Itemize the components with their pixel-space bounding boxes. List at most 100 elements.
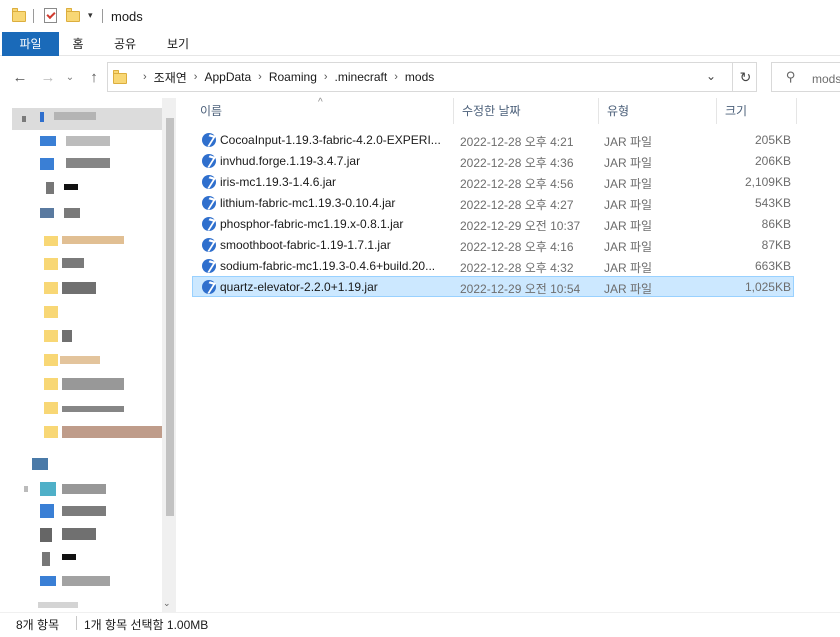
folder-icon bbox=[44, 306, 58, 318]
file-name: sodium-fabric-mc1.19.3-0.4.6+build.20... bbox=[220, 259, 436, 273]
nav-item-icon bbox=[40, 504, 54, 518]
breadcrumb-roaming[interactable]: Roaming bbox=[269, 70, 317, 84]
tab-file[interactable]: 파일 bbox=[2, 32, 59, 56]
chevron-down-icon[interactable]: ⌄ bbox=[60, 68, 80, 88]
folder-icon bbox=[44, 354, 58, 366]
file-date: 2022-12-28 오후 4:27 bbox=[460, 198, 574, 212]
window-title: mods bbox=[111, 9, 143, 24]
file-row[interactable]: smoothboot-fabric-1.19-1.7.1.jar 2022-12-… bbox=[192, 234, 794, 255]
column-size[interactable]: 크기 bbox=[717, 98, 797, 124]
up-arrow-icon[interactable]: ↑ bbox=[84, 68, 104, 88]
folder-icon bbox=[44, 426, 58, 438]
file-name: lithium-fabric-mc1.19.3-0.10.4.jar bbox=[220, 196, 396, 210]
file-row[interactable]: sodium-fabric-mc1.19.3-0.4.6+build.20...… bbox=[192, 255, 794, 276]
chevron-right-icon[interactable]: › bbox=[143, 71, 147, 83]
nav-item-label bbox=[62, 528, 96, 540]
nav-item-icon bbox=[40, 158, 54, 170]
file-row[interactable]: lithium-fabric-mc1.19.3-0.10.4.jar 2022-1… bbox=[192, 192, 794, 213]
selection-info: 1개 항목 선택함 1.00MB bbox=[84, 618, 209, 632]
file-size: 87KB bbox=[761, 238, 791, 252]
toolbar-separator bbox=[102, 9, 103, 23]
scroll-down-icon[interactable]: ⌄ bbox=[163, 598, 171, 609]
file-row[interactable]: iris-mc1.19.3-1.4.6.jar 2022-12-28 오후 4:5… bbox=[192, 171, 794, 192]
file-size: 1,025KB bbox=[744, 280, 791, 294]
nav-item-icon bbox=[40, 136, 56, 146]
chevron-right-icon[interactable]: › bbox=[324, 71, 328, 83]
file-row[interactable]: invhud.forge.1.19-3.4.7.jar 2022-12-28 오후… bbox=[192, 150, 794, 171]
chevron-right-icon[interactable]: › bbox=[394, 71, 398, 83]
nav-item-icon bbox=[42, 552, 50, 566]
breadcrumb-appdata[interactable]: AppData bbox=[204, 70, 251, 84]
nav-item-label bbox=[60, 356, 100, 364]
nav-item-label bbox=[64, 184, 78, 190]
nav-item-icon bbox=[40, 482, 56, 496]
nav-item-label bbox=[62, 506, 106, 516]
nav-expand-icon[interactable] bbox=[22, 116, 26, 122]
nav-item-label bbox=[66, 136, 110, 146]
tab-share[interactable]: 공유 bbox=[107, 32, 143, 56]
nav-item-icon bbox=[40, 208, 54, 218]
column-type[interactable]: 유형 bbox=[599, 98, 717, 124]
nav-item-icon bbox=[40, 112, 44, 122]
nav-item-icon bbox=[40, 528, 52, 542]
chevron-right-icon[interactable]: › bbox=[194, 71, 198, 83]
new-folder-icon[interactable] bbox=[66, 8, 80, 22]
breadcrumb: › 조재연 › AppData › Roaming › .minecraft ›… bbox=[136, 63, 434, 91]
tab-view[interactable]: 보기 bbox=[160, 32, 196, 56]
file-date: 2022-12-29 오전 10:54 bbox=[460, 282, 581, 296]
navigation-pane[interactable]: ⌄ bbox=[0, 98, 176, 612]
forward-arrow-icon[interactable]: → bbox=[38, 68, 58, 88]
nav-item-label bbox=[54, 112, 96, 120]
jar-file-icon bbox=[202, 259, 216, 273]
file-row[interactable]: phosphor-fabric-mc1.19.x-0.8.1.jar 2022-1… bbox=[192, 213, 794, 234]
back-arrow-icon[interactable]: ← bbox=[10, 68, 30, 88]
properties-icon[interactable] bbox=[44, 8, 57, 23]
file-name: invhud.forge.1.19-3.4.7.jar bbox=[220, 154, 361, 168]
column-date[interactable]: 수정한 날짜 bbox=[454, 98, 599, 124]
breadcrumb-mods[interactable]: mods bbox=[405, 70, 434, 84]
nav-scrollbar-thumb[interactable] bbox=[166, 118, 174, 516]
search-placeholder: mods 검색 bbox=[812, 72, 840, 86]
file-row[interactable]: quartz-elevator-2.2.0+1.19.jar 2022-12-29… bbox=[192, 276, 794, 297]
nav-item-icon bbox=[46, 182, 54, 194]
nav-item-label bbox=[62, 484, 106, 494]
jar-file-icon bbox=[202, 154, 216, 168]
folder-icon bbox=[44, 378, 58, 390]
file-size: 206KB bbox=[754, 154, 791, 168]
nav-expand-icon[interactable] bbox=[24, 486, 28, 492]
file-size: 205KB bbox=[754, 133, 791, 147]
nav-item-label bbox=[62, 406, 124, 412]
nav-item-label bbox=[62, 554, 76, 560]
title-bar: ▾ mods bbox=[0, 0, 840, 32]
file-name: iris-mc1.19.3-1.4.6.jar bbox=[220, 175, 337, 189]
file-type: JAR 파일 bbox=[604, 261, 653, 275]
folder-icon bbox=[44, 258, 58, 270]
file-name: smoothboot-fabric-1.19-1.7.1.jar bbox=[220, 238, 391, 252]
file-row[interactable]: CocoaInput-1.19.3-fabric-4.2.0-EXPERI...… bbox=[192, 129, 794, 150]
chevron-down-icon[interactable]: ⌄ bbox=[706, 69, 716, 83]
folder-icon bbox=[44, 282, 58, 294]
search-box[interactable]: ⚲ mods 검색 bbox=[771, 62, 840, 92]
customize-toolbar-icon[interactable]: ▾ bbox=[88, 10, 93, 21]
tab-home[interactable]: 홈 bbox=[62, 32, 94, 56]
breadcrumb-minecraft[interactable]: .minecraft bbox=[335, 70, 388, 84]
file-type: JAR 파일 bbox=[604, 240, 653, 254]
nav-item-label bbox=[62, 378, 124, 390]
address-bar[interactable]: › 조재연 › AppData › Roaming › .minecraft ›… bbox=[107, 62, 757, 92]
nav-item-label bbox=[62, 282, 96, 294]
refresh-icon[interactable]: ↻ bbox=[732, 63, 758, 91]
nav-item-label bbox=[62, 236, 124, 244]
column-name[interactable]: 이름 bbox=[192, 98, 454, 124]
file-type: JAR 파일 bbox=[604, 156, 653, 170]
folder-icon[interactable] bbox=[12, 8, 26, 22]
folder-icon bbox=[44, 402, 58, 414]
chevron-right-icon[interactable]: › bbox=[258, 71, 262, 83]
nav-item-label bbox=[62, 330, 72, 342]
jar-file-icon bbox=[202, 238, 216, 252]
jar-file-icon bbox=[202, 217, 216, 231]
file-name: phosphor-fabric-mc1.19.x-0.8.1.jar bbox=[220, 217, 404, 231]
breadcrumb-user[interactable]: 조재연 bbox=[154, 69, 187, 86]
file-type: JAR 파일 bbox=[604, 135, 653, 149]
file-name: CocoaInput-1.19.3-fabric-4.2.0-EXPERI... bbox=[220, 133, 441, 147]
navigation-bar: ← → ⌄ ↑ › 조재연 › AppData › Roaming › .min… bbox=[0, 56, 840, 98]
